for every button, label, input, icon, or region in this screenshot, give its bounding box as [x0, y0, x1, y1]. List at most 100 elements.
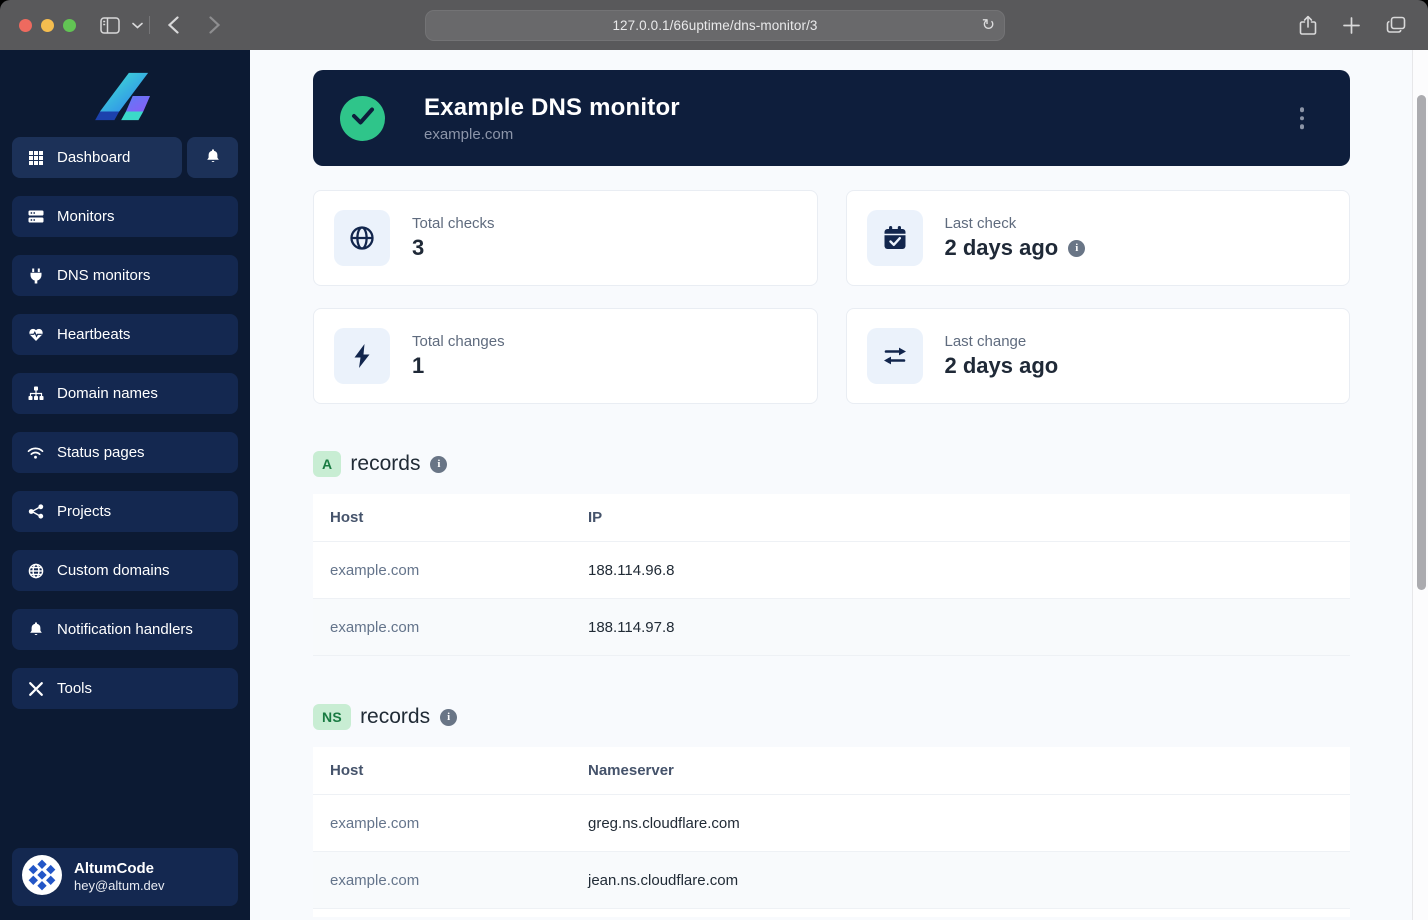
new-tab-icon[interactable]: [1335, 8, 1368, 42]
column-header: Host: [330, 509, 364, 526]
ip-cell: 188.114.97.8: [588, 618, 675, 636]
user-profile[interactable]: AltumCode hey@altum.dev: [12, 848, 238, 906]
host-cell: example.com: [330, 561, 420, 579]
sidebar-nav: Dashboard Monitors DNS monitors Heartbea…: [12, 137, 238, 709]
address-bar[interactable]: 127.0.0.1/66uptime/dns-monitor/3 ↻: [425, 10, 1005, 41]
host-cell: example.com: [330, 814, 420, 832]
table-continuation: [313, 909, 1350, 917]
table-row: example.com 188.114.96.8: [313, 542, 1350, 599]
close-window-button[interactable]: [19, 18, 32, 32]
sidebar-item-tools[interactable]: Tools: [12, 668, 238, 709]
sidebar-item-label: Projects: [57, 503, 112, 520]
share-icon[interactable]: [1291, 8, 1325, 42]
plug-icon: [27, 268, 44, 284]
nameserver-cell: jean.ns.cloudflare.com: [588, 871, 739, 889]
nameserver-cell: greg.ns.cloudflare.com: [588, 814, 740, 832]
monitor-header-card: Example DNS monitor example.com: [313, 70, 1350, 166]
stat-card-total-changes: Total changes 1: [313, 308, 818, 404]
tab-overview-icon[interactable]: [1378, 8, 1414, 42]
app-logo[interactable]: [12, 50, 238, 137]
sidebar-item-dashboard[interactable]: Dashboard: [12, 137, 182, 178]
stat-card-last-change: Last change 2 days ago: [845, 308, 1350, 404]
zoom-window-button[interactable]: [63, 18, 76, 32]
sidebar-item-label: Status pages: [57, 444, 145, 461]
share-nodes-icon: [27, 504, 44, 519]
notifications-button[interactable]: [187, 137, 238, 178]
globe-icon: [334, 210, 390, 266]
scrollbar-thumb[interactable]: [1417, 95, 1426, 590]
info-icon[interactable]: i: [1068, 239, 1086, 257]
page-title: Example DNS monitor: [424, 93, 680, 121]
avatar: [22, 854, 62, 900]
a-records-heading: A records i: [313, 451, 1350, 477]
tools-icon: [27, 681, 44, 697]
globe-icon: [27, 563, 44, 579]
stat-value: 3: [412, 235, 425, 260]
user-name: AltumCode: [74, 859, 154, 877]
table-row: example.com 188.114.97.8: [313, 599, 1350, 656]
section-title: records: [360, 705, 431, 728]
sidebar-item-notification-handlers[interactable]: Notification handlers: [12, 609, 238, 650]
scrollbar-track[interactable]: [1412, 50, 1428, 920]
sidebar-toggle-icon[interactable]: [92, 8, 128, 42]
table-header-row: Host Nameserver: [313, 747, 1350, 795]
sidebar-item-projects[interactable]: Projects: [12, 491, 238, 532]
stat-cards: Total checks 3 Last check 2 days ago i T…: [313, 190, 1350, 404]
sidebar-item-label: Heartbeats: [57, 326, 131, 343]
record-type-badge: A: [313, 451, 342, 477]
server-icon: [27, 209, 44, 224]
sidebar-item-dns-monitors[interactable]: DNS monitors: [12, 255, 238, 296]
monitor-domain: example.com: [424, 125, 514, 143]
ns-records-heading: NS records i: [313, 704, 1350, 730]
status-up-badge: [340, 95, 385, 141]
check-icon: [351, 106, 375, 131]
sidebar-item-label: Notification handlers: [57, 621, 193, 638]
stat-value: 2 days ago: [944, 353, 1059, 378]
stat-label: Total changes: [412, 333, 505, 350]
main-content: Example DNS monitor example.com Total ch…: [250, 50, 1428, 920]
minimize-window-button[interactable]: [41, 18, 54, 32]
stat-value: 1: [412, 353, 425, 378]
table-row: example.com greg.ns.cloudflare.com: [313, 795, 1350, 852]
sidebar-item-label: Tools: [57, 680, 93, 697]
sidebar-item-label: Monitors: [57, 208, 115, 225]
sidebar-item-domain-names[interactable]: Domain names: [12, 373, 238, 414]
grid-icon: [27, 150, 44, 166]
bell-icon: [27, 621, 44, 638]
kebab-menu-icon[interactable]: [1294, 101, 1311, 135]
stat-label: Last change: [944, 333, 1027, 350]
stat-card-total-checks: Total checks 3: [313, 190, 818, 286]
ns-records-table: Host Nameserver example.com greg.ns.clou…: [313, 747, 1350, 917]
sidebar-chevron-down-icon[interactable]: [128, 8, 147, 42]
sidebar-item-custom-domains[interactable]: Custom domains: [12, 550, 238, 591]
host-cell: example.com: [330, 871, 420, 889]
host-cell: example.com: [330, 618, 420, 636]
wifi-icon: [27, 446, 44, 459]
stat-value: 2 days ago: [944, 235, 1059, 260]
section-title: records: [350, 452, 421, 475]
stat-card-last-check: Last check 2 days ago i: [845, 190, 1350, 286]
table-header-row: Host IP: [313, 494, 1350, 542]
reload-icon[interactable]: ↻: [982, 15, 995, 35]
info-icon[interactable]: i: [440, 708, 458, 726]
column-header: Nameserver: [588, 762, 674, 779]
window-controls: [19, 18, 76, 32]
a-records-table: Host IP example.com 188.114.96.8 example…: [313, 494, 1350, 656]
sidebar-item-monitors[interactable]: Monitors: [12, 196, 238, 237]
sidebar-item-status-pages[interactable]: Status pages: [12, 432, 238, 473]
column-header: IP: [588, 509, 603, 526]
info-icon[interactable]: i: [430, 455, 448, 473]
sidebar-item-label: Domain names: [57, 385, 158, 402]
calendar-check-icon: [866, 210, 923, 266]
stat-label: Last check: [944, 215, 1017, 232]
toolbar-divider: [149, 16, 150, 34]
sidebar-item-heartbeats[interactable]: Heartbeats: [12, 314, 238, 355]
browser-toolbar: 127.0.0.1/66uptime/dns-monitor/3 ↻: [0, 0, 1428, 50]
sidebar-item-label: DNS monitors: [57, 267, 151, 284]
heart-pulse-icon: [27, 327, 44, 342]
url-text: 127.0.0.1/66uptime/dns-monitor/3: [612, 18, 818, 33]
forward-button[interactable]: [201, 8, 228, 42]
column-header: Host: [330, 762, 364, 779]
back-button[interactable]: [160, 8, 187, 42]
bell-icon: [205, 148, 221, 168]
